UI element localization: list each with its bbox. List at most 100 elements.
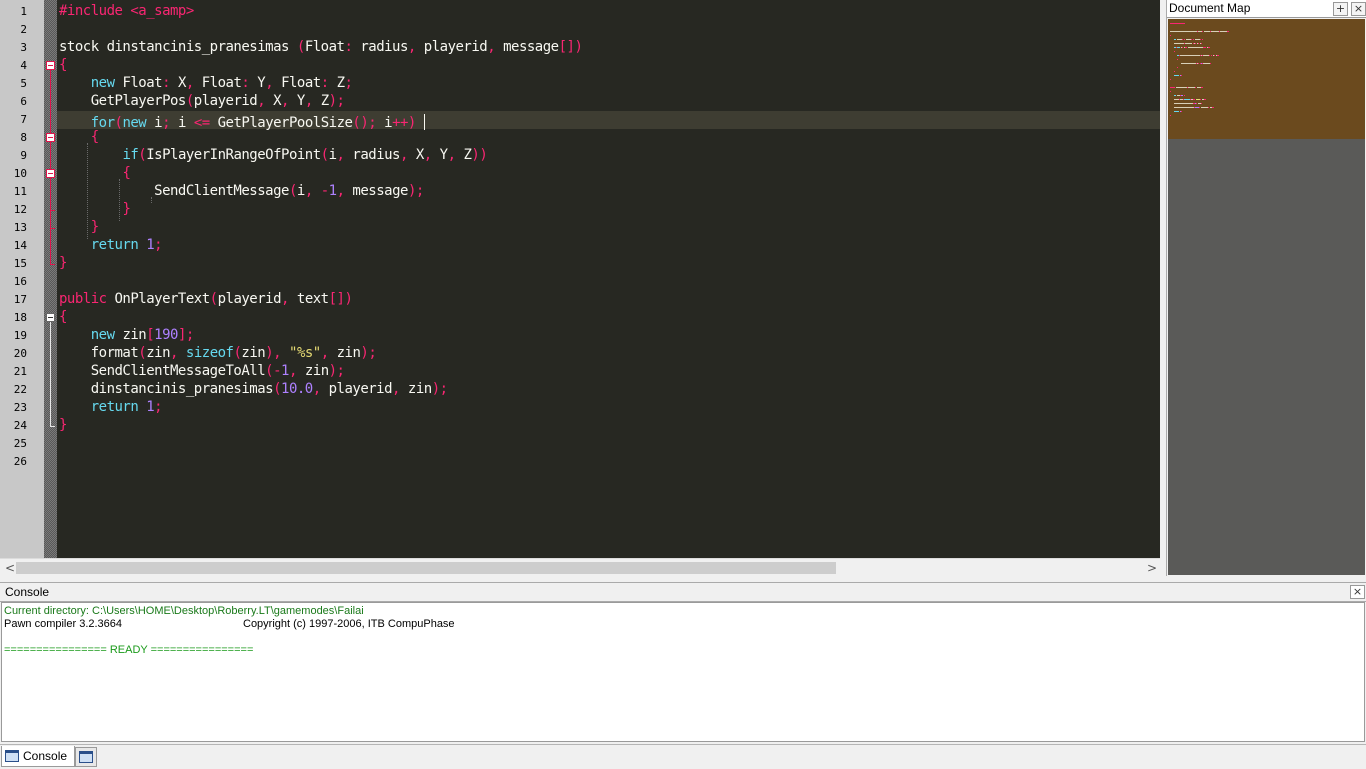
code-token: i xyxy=(328,147,337,163)
minimap-stroke xyxy=(1188,47,1204,48)
code-line[interactable]: GetPlayerPos(playerid, X, Y, Z); xyxy=(59,93,345,111)
tab-console[interactable]: Console xyxy=(1,746,75,767)
code-line[interactable]: { xyxy=(59,309,67,327)
code-token: playerid xyxy=(320,381,393,397)
minimap-stroke xyxy=(1203,47,1206,48)
console-output[interactable]: Current directory: C:\Users\HOME\Desktop… xyxy=(1,602,1365,742)
code-token: , xyxy=(423,147,432,163)
code-token: GetPlayerPos xyxy=(59,93,187,109)
document-map-panel: Document Map + × xyxy=(1166,0,1366,576)
code-token: return xyxy=(90,399,139,415)
line-number: 2 xyxy=(20,23,27,36)
code-editor[interactable]: 1 2 3 4 5 6 7 8 9 10 11 12 13 14 15 16 17 18 19 20 21 22 23 24 2… xyxy=(0,0,1160,558)
code-line[interactable]: new Float: X, Float: Y, Float: Z; xyxy=(59,75,353,93)
code-token: "%s" xyxy=(289,345,321,361)
code-line[interactable]: format(zin, sizeof(zin), "%s", zin); xyxy=(59,345,377,363)
code-line[interactable]: if(IsPlayerInRangeOfPoint(i, radius, X, … xyxy=(59,147,487,165)
minimap-stroke xyxy=(1173,51,1175,52)
line-number: 10 xyxy=(13,167,27,180)
minimap-stroke xyxy=(1180,75,1182,76)
code-token: zin xyxy=(146,345,171,361)
code-token: zin xyxy=(296,363,329,379)
minimap-stroke xyxy=(1173,39,1177,40)
fold-toggle-icon[interactable] xyxy=(46,133,55,142)
code-line[interactable]: dinstancinis_pranesimas(10.0, playerid, … xyxy=(59,381,448,399)
code-token: i xyxy=(146,115,163,131)
minimap-stroke xyxy=(1173,111,1179,112)
code-token: , xyxy=(281,291,289,307)
code-line[interactable]: public OnPlayerText(playerid, text[]) xyxy=(59,291,353,309)
code-token: Y xyxy=(288,93,305,109)
line-number: 25 xyxy=(13,437,27,450)
code-line[interactable]: { xyxy=(59,129,99,147)
code-token: [ xyxy=(146,327,155,343)
fold-toggle-icon[interactable] xyxy=(46,61,55,70)
code-token: , xyxy=(392,381,400,397)
close-icon[interactable]: × xyxy=(1351,2,1366,16)
code-token: )) xyxy=(471,147,488,163)
code-token: 10.0 xyxy=(281,381,313,397)
tab-output-panel[interactable] xyxy=(75,747,97,767)
code-token: ( xyxy=(288,183,297,199)
code-token: radius xyxy=(352,39,408,55)
code-line[interactable]: } xyxy=(59,417,67,435)
minimap-stroke xyxy=(1185,47,1188,48)
code-line[interactable]: stock dinstancinis_pranesimas (Float: ra… xyxy=(59,39,583,57)
document-map-viewport[interactable] xyxy=(1168,19,1365,139)
code-token: Z xyxy=(312,93,329,109)
minimap-stroke xyxy=(1180,63,1197,64)
code-token: text xyxy=(288,291,329,307)
line-number: 8 xyxy=(20,131,27,144)
horizontal-scrollbar[interactable]: < > xyxy=(0,558,1160,577)
code-line[interactable]: { xyxy=(59,57,67,75)
minimap-stroke xyxy=(1173,95,1177,96)
code-token: stock dinstancinis_pranesimas xyxy=(59,39,297,55)
document-map-header: Document Map + × xyxy=(1167,0,1366,18)
code-token: playerid xyxy=(193,93,258,109)
code-token: i xyxy=(170,115,194,131)
code-token: if xyxy=(122,147,139,163)
line-number: 6 xyxy=(20,95,27,108)
scroll-right-icon[interactable]: > xyxy=(1144,560,1160,576)
minimap-stroke xyxy=(1226,31,1230,32)
minimap-stroke xyxy=(1170,31,1197,32)
code-line[interactable]: SendClientMessage(i, -1, message); xyxy=(59,183,424,201)
pin-icon[interactable]: + xyxy=(1333,2,1348,16)
code-token: zin xyxy=(241,345,266,361)
code-line[interactable]: new zin[190]; xyxy=(59,327,195,345)
line-number: 22 xyxy=(13,383,27,396)
fold-toggle-icon[interactable] xyxy=(46,169,55,178)
code-token: : xyxy=(162,75,171,91)
fold-toggle-icon[interactable] xyxy=(46,313,55,322)
minimap-stroke xyxy=(1202,39,1204,40)
code-line[interactable]: for(new i; i <= GetPlayerPoolSize(); i++… xyxy=(59,111,425,131)
minimap-stroke xyxy=(1177,59,1179,60)
scroll-thumb[interactable] xyxy=(16,562,836,574)
code-token: playerid xyxy=(217,291,282,307)
code-token: []) xyxy=(328,291,353,307)
code-line[interactable]: } xyxy=(59,219,99,237)
minimap-stroke xyxy=(1204,99,1206,100)
line-number: 1 xyxy=(20,5,27,18)
code-token: : xyxy=(320,75,329,91)
code-line[interactable]: SendClientMessageToAll(-1, zin); xyxy=(59,363,345,381)
code-line[interactable]: #include <a_samp> xyxy=(59,3,194,21)
code-token: X xyxy=(265,93,282,109)
compiler-version-line: Pawn compiler 3.2.3664 xyxy=(4,618,123,630)
code-line[interactable]: return 1; xyxy=(59,237,163,255)
line-number: 19 xyxy=(13,329,27,342)
code-token: , xyxy=(312,381,321,397)
close-icon[interactable]: × xyxy=(1350,585,1365,599)
code-token: { xyxy=(59,309,67,325)
minimap-stroke xyxy=(1216,55,1219,56)
minimap-stroke xyxy=(1207,47,1211,48)
document-map-empty-area[interactable] xyxy=(1168,139,1365,575)
code-line[interactable]: } xyxy=(59,255,67,273)
code-token: , xyxy=(487,39,496,55)
code-token: ( xyxy=(185,93,194,109)
code-token: ; xyxy=(154,237,163,253)
code-line[interactable]: return 1; xyxy=(59,399,163,417)
minimap-stroke xyxy=(1200,43,1203,44)
